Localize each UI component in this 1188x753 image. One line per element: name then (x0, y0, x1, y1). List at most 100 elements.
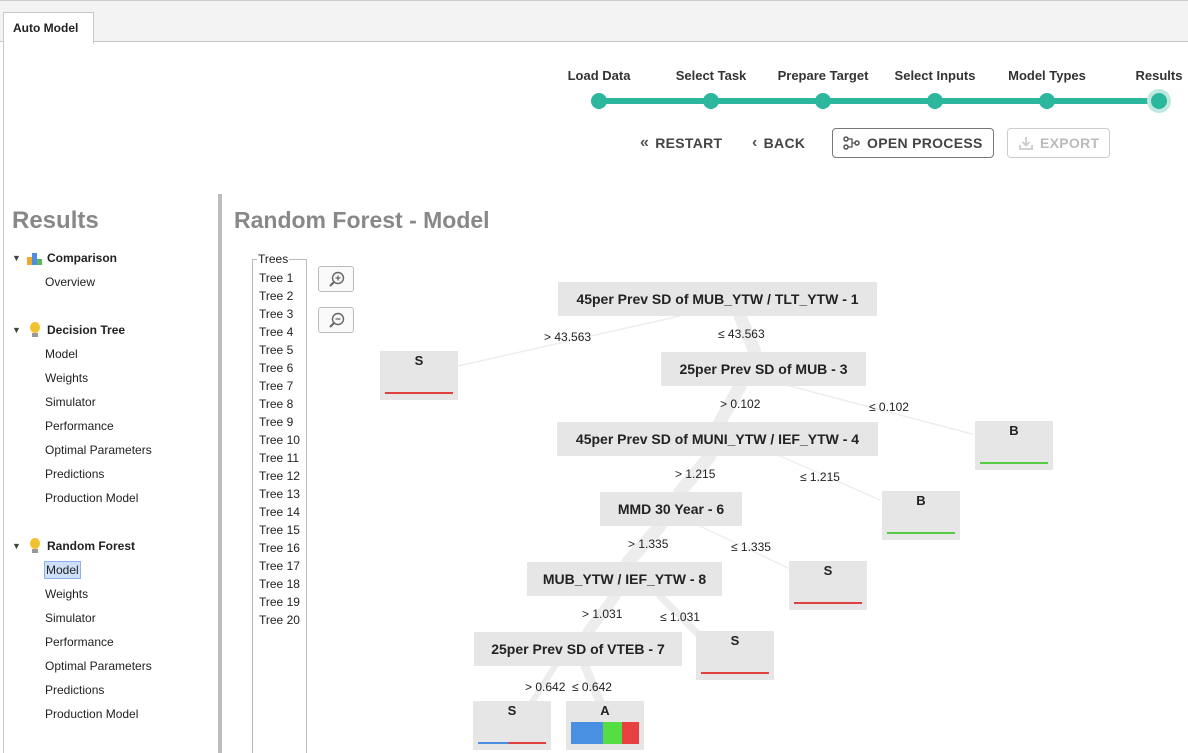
leaf-label: B (916, 493, 926, 508)
dt-weights[interactable]: Weights (44, 370, 89, 386)
tree-list-item[interactable]: Tree 10 (259, 433, 300, 447)
leaf-distribution-bar (385, 392, 453, 394)
rf-weights[interactable]: Weights (44, 586, 89, 602)
restart-button[interactable]: « RESTART (640, 128, 722, 158)
process-icon (843, 136, 860, 150)
tree-leaf[interactable]: B (975, 421, 1053, 470)
frame-border (3, 42, 4, 753)
step-dot-load-data[interactable] (591, 93, 607, 109)
leaf-distribution-bar (887, 532, 955, 534)
tree-node[interactable]: 45per Prev SD of MUB_YTW / TLT_YTW - 1 (558, 282, 877, 316)
expand-triangle-icon[interactable]: ▼ (12, 325, 26, 335)
tree-node[interactable]: MUB_YTW / IEF_YTW - 8 (527, 562, 722, 596)
tree-list-item[interactable]: Tree 12 (259, 469, 300, 483)
step-dot-prepare-target[interactable] (815, 93, 831, 109)
tree-list-item[interactable]: Tree 3 (259, 307, 293, 321)
step-select-inputs[interactable]: Select Inputs (895, 68, 976, 83)
leaf-distribution-bar (701, 672, 769, 674)
trees-legend: Trees (257, 252, 290, 266)
sidebar-item-overview[interactable]: Overview (44, 274, 96, 290)
tree-list-item[interactable]: Tree 16 (259, 541, 300, 555)
open-process-label: OPEN PROCESS (867, 135, 983, 151)
step-select-task[interactable]: Select Task (676, 68, 747, 83)
tree-leaf[interactable]: S (789, 561, 867, 610)
step-dot-select-task[interactable] (703, 93, 719, 109)
zoom-in-icon (329, 271, 345, 287)
rf-production-model[interactable]: Production Model (44, 706, 139, 722)
tree-list-item[interactable]: Tree 2 (259, 289, 293, 303)
tree-node[interactable]: 25per Prev SD of MUB - 3 (661, 352, 866, 386)
leaf-label: S (507, 703, 517, 718)
step-prepare-target[interactable]: Prepare Target (778, 68, 869, 83)
double-chevron-left-icon: « (640, 134, 650, 151)
tree-leaf[interactable]: B (882, 491, 960, 540)
tree-list-item[interactable]: Tree 5 (259, 343, 293, 357)
edge-label: > 1.215 (675, 467, 716, 481)
group-random-forest[interactable]: ▼ Random Forest (12, 538, 135, 554)
group-label: Comparison (47, 251, 118, 265)
rf-performance[interactable]: Performance (44, 634, 115, 650)
zoom-out-button[interactable] (318, 307, 354, 333)
chevron-left-icon: ‹ (752, 134, 758, 151)
group-comparison[interactable]: ▼ Comparison (12, 250, 117, 266)
step-dot-model-types[interactable] (1039, 93, 1055, 109)
tree-node[interactable]: 25per Prev SD of VTEB - 7 (474, 632, 682, 666)
page-title: Random Forest - Model (234, 207, 490, 233)
rf-optimal-parameters[interactable]: Optimal Parameters (44, 658, 153, 674)
expand-triangle-icon[interactable]: ▼ (12, 541, 26, 551)
zoom-in-button[interactable] (318, 266, 354, 292)
tree-list-item[interactable]: Tree 18 (259, 577, 300, 591)
rf-simulator[interactable]: Simulator (44, 610, 97, 626)
expand-triangle-icon[interactable]: ▼ (12, 253, 26, 263)
tree-leaf[interactable]: S (696, 631, 774, 680)
dt-model[interactable]: Model (44, 346, 79, 362)
rf-model[interactable]: Model (44, 561, 81, 579)
tree-list-item[interactable]: Tree 15 (259, 523, 300, 537)
dt-predictions[interactable]: Predictions (44, 466, 105, 482)
tree-list-item[interactable]: Tree 8 (259, 397, 293, 411)
dt-simulator[interactable]: Simulator (44, 394, 97, 410)
tree-list-item[interactable]: Tree 13 (259, 487, 300, 501)
sidebar-title: Results (12, 207, 99, 234)
download-icon (1019, 137, 1033, 150)
tree-list-item[interactable]: Tree 14 (259, 505, 300, 519)
dt-performance[interactable]: Performance (44, 418, 115, 434)
tree-list-item[interactable]: Tree 6 (259, 361, 293, 375)
tree-list-item[interactable]: Tree 4 (259, 325, 293, 339)
leaf-label: A (600, 703, 610, 718)
edge-label: ≤ 1.215 (800, 470, 840, 484)
tree-list-item[interactable]: Tree 17 (259, 559, 300, 573)
tab-auto-model[interactable]: Auto Model (3, 12, 94, 44)
edge-label: ≤ 1.335 (731, 540, 771, 554)
dt-production-model[interactable]: Production Model (44, 490, 139, 506)
export-button[interactable]: EXPORT (1007, 128, 1111, 158)
step-dot-select-inputs[interactable] (927, 93, 943, 109)
rf-predictions[interactable]: Predictions (44, 682, 105, 698)
tree-node[interactable]: MMD 30 Year - 6 (600, 492, 742, 526)
tree-list-item[interactable]: Tree 9 (259, 415, 293, 429)
open-process-button[interactable]: OPEN PROCESS (832, 128, 994, 158)
step-results[interactable]: Results (1136, 68, 1183, 83)
tree-list-item[interactable]: Tree 11 (259, 451, 299, 465)
tree-list-item[interactable]: Tree 19 (259, 595, 300, 609)
back-button[interactable]: ‹ BACK (752, 128, 805, 158)
edge-label: ≤ 0.102 (869, 400, 909, 414)
tree-leaf[interactable]: S (380, 351, 458, 400)
dt-optimal-parameters[interactable]: Optimal Parameters (44, 442, 153, 458)
step-model-types[interactable]: Model Types (1008, 68, 1086, 83)
step-dot-results[interactable] (1147, 89, 1171, 113)
tree-leaf[interactable]: S (473, 701, 551, 750)
edge-label: > 1.031 (582, 607, 623, 621)
tab-bar: Auto Model (0, 0, 1188, 44)
step-load-data[interactable]: Load Data (568, 68, 631, 83)
leaf-label: S (414, 353, 424, 368)
group-decision-tree[interactable]: ▼ Decision Tree (12, 322, 125, 338)
tree-list-item[interactable]: Tree 1 (259, 271, 293, 285)
panel-splitter[interactable] (218, 194, 222, 753)
export-label: EXPORT (1040, 135, 1100, 151)
tree-list-item[interactable]: Tree 20 (259, 613, 300, 627)
tree-leaf[interactable]: A (566, 701, 644, 750)
tree-list-item[interactable]: Tree 7 (259, 379, 293, 393)
edge-label: ≤ 43.563 (718, 327, 765, 341)
tree-node[interactable]: 45per Prev SD of MUNI_YTW / IEF_YTW - 4 (557, 422, 878, 456)
